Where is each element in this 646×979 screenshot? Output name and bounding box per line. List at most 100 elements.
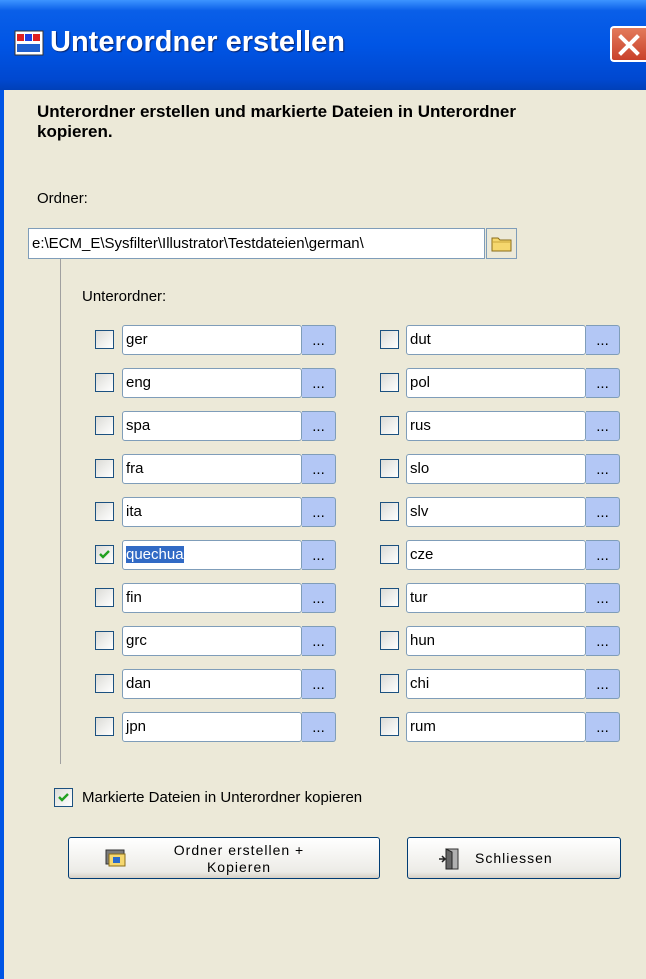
subfolder-name: slv [410,503,429,520]
close-window-button[interactable] [610,26,646,62]
subfolder-checkbox[interactable] [95,674,114,693]
subfolder-name: quechua [126,546,184,563]
window-title: Unterordner erstellen [50,26,345,58]
subfolder-name-input[interactable]: dut [406,325,586,355]
subfolder-browse-button[interactable]: ... [586,712,620,742]
subfolder-name: fra [126,460,144,477]
subfolder-checkbox[interactable] [95,717,114,736]
subfolder-name: ita [126,503,142,520]
subfolder-name: pol [410,374,431,391]
dialog-window: Unterordner erstellen Unterordner erstel… [0,0,646,979]
subfolder-browse-button[interactable]: ... [302,583,336,613]
create-button-line2: Kopieren [206,859,272,875]
exit-door-icon [439,848,459,870]
subfolder-checkbox[interactable] [380,588,399,607]
close-button[interactable]: Schliessen [407,837,621,879]
subfolder-browse-button[interactable]: ... [586,325,620,355]
subfolder-browse-button[interactable]: ... [302,712,336,742]
subfolder-name: tur [410,589,428,606]
subfolder-checkbox[interactable] [95,416,114,435]
subfolder-checkbox[interactable] [380,416,399,435]
subfolder-name: ger [126,331,148,348]
subfolder-browse-button[interactable]: ... [302,540,336,570]
subfolder-name-input[interactable]: dan [122,669,302,699]
folder-path-input[interactable]: e:\ECM_E\Sysfilter\Illustrator\Testdatei… [28,228,485,259]
subfolder-checkbox[interactable] [95,545,114,564]
subfolder-browse-button[interactable]: ... [586,583,620,613]
app-icon [14,30,44,56]
subfolder-checkbox[interactable] [95,502,114,521]
subfolder-checkbox[interactable] [95,373,114,392]
subfolder-name-input[interactable]: jpn [122,712,302,742]
subfolder-name: slo [410,460,430,477]
subfolder-name-input[interactable]: tur [406,583,586,613]
subfolder-checkbox[interactable] [380,459,399,478]
subfolder-name-input[interactable]: quechua [122,540,302,570]
subfolder-name-input[interactable]: slv [406,497,586,527]
subfolder-checkbox[interactable] [380,631,399,650]
subfolder-browse-button[interactable]: ... [302,497,336,527]
dialog-description: Unterordner erstellen und markierte Date… [37,102,516,141]
subfolder-checkbox[interactable] [380,502,399,521]
subfolder-checkbox[interactable] [95,588,114,607]
close-button-label: Schliessen [475,850,553,866]
browse-folder-button[interactable] [486,228,517,259]
subfolder-browse-button[interactable]: ... [586,497,620,527]
subfolder-name: eng [126,374,152,391]
subfolder-name-input[interactable]: ita [122,497,302,527]
subfolder-browse-button[interactable]: ... [586,368,620,398]
subfolder-checkbox[interactable] [95,631,114,650]
subfolder-name: fin [126,589,142,606]
subfolder-checkbox[interactable] [380,674,399,693]
subfolder-name-input[interactable]: chi [406,669,586,699]
subfolder-name: rus [410,417,431,434]
subfolder-browse-button[interactable]: ... [302,454,336,484]
subfolder-name-input[interactable]: fra [122,454,302,484]
folder-label: Ordner: [37,190,88,207]
subfolder-checkbox[interactable] [380,545,399,564]
subfolder-browse-button[interactable]: ... [586,540,620,570]
subfolder-name: spa [126,417,151,434]
subfolder-name-input[interactable]: rum [406,712,586,742]
subfolder-browse-button[interactable]: ... [586,411,620,441]
title-bar[interactable]: Unterordner erstellen [0,0,646,90]
subfolder-name-input[interactable]: grc [122,626,302,656]
create-button-line1: Ordner erstellen + [173,842,305,858]
subfolder-name-input[interactable]: fin [122,583,302,613]
subfolder-name: cze [410,546,434,563]
subfolder-name-input[interactable]: slo [406,454,586,484]
subfolder-checkbox[interactable] [380,717,399,736]
checkmark-icon [99,550,110,559]
subfolder-name-input[interactable]: hun [406,626,586,656]
subfolder-name: hun [410,632,436,649]
subfolder-name: chi [410,675,430,692]
folder-create-icon [105,849,126,867]
subfolder-browse-button[interactable]: ... [586,669,620,699]
subfolder-checkbox[interactable] [95,459,114,478]
group-divider [60,259,61,764]
close-icon [618,34,640,56]
subfolder-name: rum [410,718,436,735]
subfolder-name: grc [126,632,147,649]
copy-files-checkbox[interactable] [54,788,73,807]
subfolder-browse-button[interactable]: ... [302,669,336,699]
subfolder-name: jpn [126,718,147,735]
subfolder-browse-button[interactable]: ... [586,626,620,656]
subfolder-checkbox[interactable] [95,330,114,349]
create-and-copy-button[interactable]: Ordner erstellen + Kopieren [68,837,380,879]
subfolder-name-input[interactable]: spa [122,411,302,441]
subfolder-browse-button[interactable]: ... [586,454,620,484]
subfolder-checkbox[interactable] [380,373,399,392]
subfolder-name-input[interactable]: rus [406,411,586,441]
subfolder-name-input[interactable]: pol [406,368,586,398]
subfolder-browse-button[interactable]: ... [302,368,336,398]
subfolder-name-input[interactable]: ger [122,325,302,355]
subfolder-browse-button[interactable]: ... [302,626,336,656]
subfolder-browse-button[interactable]: ... [302,411,336,441]
subfolder-name: dan [126,675,152,692]
subfolder-name-input[interactable]: cze [406,540,586,570]
subfolder-name-input[interactable]: eng [122,368,302,398]
subfolder-checkbox[interactable] [380,330,399,349]
subfolder-name: dut [410,331,431,348]
subfolder-browse-button[interactable]: ... [302,325,336,355]
